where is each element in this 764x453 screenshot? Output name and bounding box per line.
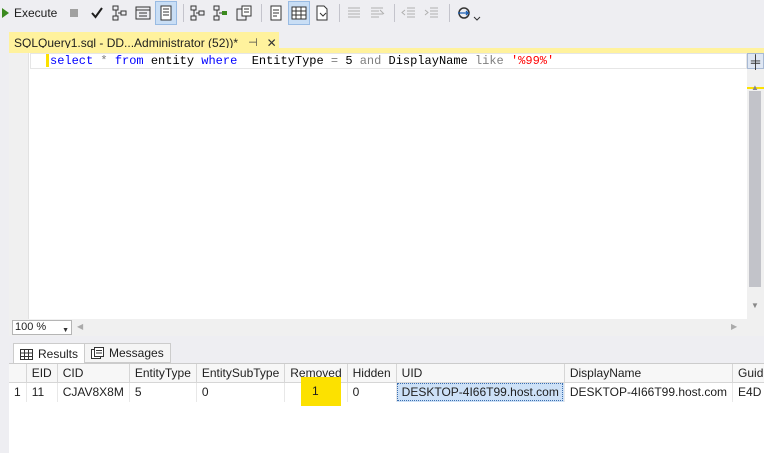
tab-results[interactable]: Results: [13, 343, 86, 364]
scroll-down-icon[interactable]: ▼: [751, 301, 759, 310]
stop-icon: [70, 9, 79, 17]
col-header-displayname[interactable]: DisplayName: [564, 364, 734, 383]
cell-uid[interactable]: DESKTOP-4I66T99.host.com: [396, 382, 565, 402]
keyword-where: where: [201, 54, 238, 68]
column-entitytype: EntityType: [251, 54, 324, 68]
results-to-file-button[interactable]: [312, 2, 332, 24]
cell-displayname[interactable]: DESKTOP-4I66T99.host.com: [564, 382, 734, 402]
query-designer-button[interactable]: [133, 2, 153, 24]
results-to-grid-button[interactable]: [288, 1, 311, 25]
parse-button[interactable]: [87, 2, 107, 24]
toolbar-separator: [261, 4, 263, 22]
messages-icon: [91, 347, 105, 359]
zoom-value: 100 %: [15, 321, 47, 333]
editor-gutter: [9, 53, 29, 319]
header-row: EID CID EntityType EntitySubType Removed…: [9, 364, 764, 383]
changed-line-marker: [46, 54, 49, 67]
client-statistics-button[interactable]: [234, 2, 254, 24]
toolbar-separator: [183, 4, 185, 22]
number-literal: 5: [345, 54, 353, 68]
toolbar-separator: [339, 4, 341, 22]
cell-entitytype[interactable]: 5: [129, 382, 197, 402]
col-header-entitytype[interactable]: EntityType: [129, 364, 197, 383]
increase-indent-icon: [425, 7, 439, 18]
grid-icon: [20, 348, 33, 360]
parse-checkmark-icon: [91, 7, 104, 19]
results-to-grid-icon: [291, 6, 307, 20]
execute-label: Execute: [14, 6, 58, 20]
row-number[interactable]: 1: [9, 382, 27, 402]
keyword-select: select: [50, 54, 94, 68]
removed-highlight-annotation: [301, 377, 341, 406]
include-client-stats-icon: [213, 5, 228, 21]
cell-entitysubtype[interactable]: 0: [196, 382, 286, 402]
results-pane: Results Messages EID CID EntityType Enti…: [9, 337, 764, 453]
decrease-indent-icon: [401, 7, 416, 18]
tab-messages-label: Messages: [109, 346, 164, 360]
zoom-select[interactable]: 100 % ▼: [12, 320, 72, 335]
col-header-eid[interactable]: EID: [26, 364, 58, 383]
results-to-text-button[interactable]: [155, 1, 178, 25]
col-header-entitysubtype[interactable]: EntitySubType: [196, 364, 286, 383]
specify-values-button[interactable]: [454, 2, 484, 24]
results-to-text-mode-button[interactable]: [266, 2, 286, 24]
removed-value[interactable]: 1: [312, 384, 319, 398]
string-literal: '%99%': [510, 54, 555, 68]
scroll-left-icon[interactable]: ◀: [77, 322, 83, 331]
query-text[interactable]: select * from entity where EntityType = …: [50, 54, 554, 68]
comment-icon: [348, 7, 361, 18]
client-statistics-icon: [236, 5, 252, 21]
increase-indent-button[interactable]: [422, 2, 442, 24]
corner-header[interactable]: [9, 364, 27, 383]
col-header-cid[interactable]: CID: [57, 364, 130, 383]
col-header-guid[interactable]: Guid: [732, 364, 764, 383]
display-estimated-plan-button[interactable]: [110, 2, 130, 24]
sql-editor-toolbar: Execute: [0, 0, 764, 26]
split-window-icon[interactable]: ╪: [747, 53, 764, 69]
results-tab-strip: Results Messages: [13, 343, 171, 364]
keyword-and: and: [359, 54, 382, 68]
results-to-file-icon: [316, 5, 328, 21]
decrease-indent-button[interactable]: [399, 2, 419, 24]
toolbar-separator: [394, 4, 396, 22]
cell-guid[interactable]: E4D: [732, 382, 764, 402]
display-estimated-plan-icon: [112, 5, 127, 21]
table-name: entity: [150, 54, 195, 68]
execute-button[interactable]: Execute: [2, 2, 61, 24]
editor-status-bar: 100 % ▼ ◀ ▶: [9, 319, 764, 336]
editor-vertical-scrollbar[interactable]: ╪ ▲ ▼: [747, 53, 764, 319]
query-editor[interactable]: select * from entity where EntityType = …: [9, 53, 747, 319]
results-to-text-icon: [160, 5, 172, 21]
cell-hidden[interactable]: 0: [347, 382, 397, 402]
specify-values-icon: [458, 7, 481, 21]
keyword-like: like: [474, 54, 504, 68]
tab-messages[interactable]: Messages: [85, 343, 171, 363]
operator-star: *: [100, 54, 108, 68]
col-header-hidden[interactable]: Hidden: [347, 364, 397, 383]
uncomment-button[interactable]: [367, 2, 387, 24]
uncomment-icon: [371, 7, 385, 18]
tab-results-label: Results: [38, 347, 79, 361]
cell-cid[interactable]: CJAV8X8M: [57, 382, 130, 402]
toolbar-separator: [449, 4, 451, 22]
scroll-right-icon[interactable]: ▶: [731, 322, 737, 331]
results-table: EID CID EntityType EntitySubType Removed…: [9, 364, 764, 402]
results-grid[interactable]: EID CID EntityType EntitySubType Removed…: [9, 363, 764, 453]
chevron-down-icon: ▼: [62, 327, 69, 334]
scroll-thumb[interactable]: [749, 91, 761, 287]
operator-equals: =: [330, 54, 339, 68]
results-to-text-mode-icon: [270, 5, 282, 21]
col-header-uid[interactable]: UID: [396, 364, 565, 383]
comment-button[interactable]: [344, 2, 364, 24]
play-icon: [2, 8, 9, 18]
include-actual-plan-button[interactable]: [188, 2, 208, 24]
include-live-stats-button[interactable]: [211, 2, 231, 24]
include-actual-plan-icon: [190, 5, 205, 21]
keyword-from: from: [114, 54, 144, 68]
stop-button[interactable]: [64, 2, 84, 24]
cell-eid[interactable]: 11: [26, 382, 58, 402]
table-row[interactable]: 1 11 CJAV8X8M 5 0 0 DESKTOP-4I66T99.host…: [9, 382, 764, 402]
query-designer-icon: [135, 6, 151, 20]
column-displayname: DisplayName: [388, 54, 468, 68]
